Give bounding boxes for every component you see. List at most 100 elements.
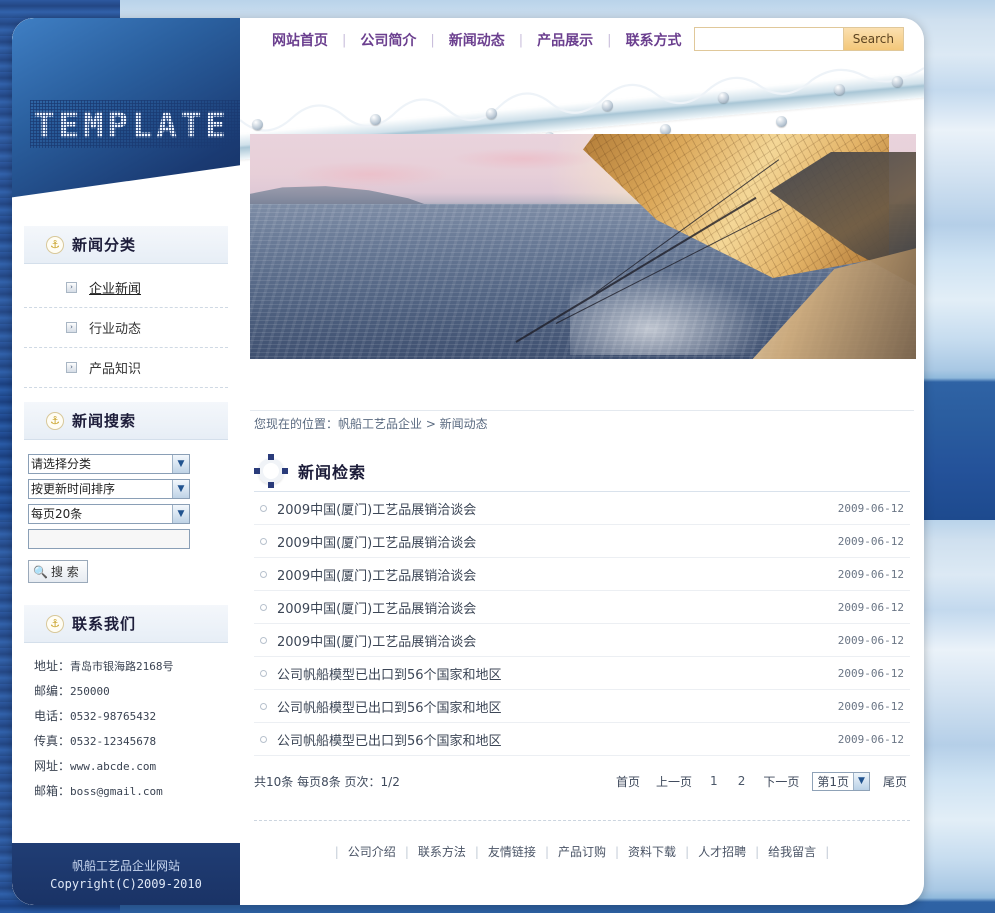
keyword-input[interactable] bbox=[28, 529, 190, 549]
bullet-icon bbox=[260, 603, 267, 611]
footer-link-downloads[interactable]: 资料下载 bbox=[619, 843, 685, 860]
perpage-select-value: 每页20条 bbox=[31, 507, 83, 521]
contact-email: 邮箱：boss@gmail.com bbox=[34, 782, 240, 799]
hero-image-sailboat-sunset bbox=[250, 134, 916, 359]
pagination-page-2[interactable]: 2 bbox=[733, 773, 751, 789]
news-title[interactable]: 公司帆船模型已出口到56个国家和地区 bbox=[277, 730, 838, 749]
list-item[interactable]: 2009中国(厦门)工艺品展销洽谈会 2009-06-12 bbox=[254, 558, 910, 591]
bullet-icon bbox=[260, 504, 267, 512]
pagination-jump-value: 第1页 bbox=[817, 774, 849, 789]
list-item[interactable]: 2009中国(厦门)工艺品展销洽谈会 2009-06-12 bbox=[254, 525, 910, 558]
pagination-prev[interactable]: 上一页 bbox=[653, 772, 695, 791]
sort-select[interactable]: 按更新时间排序 ▼ bbox=[28, 479, 190, 499]
news-title[interactable]: 2009中国(厦门)工艺品展销洽谈会 bbox=[277, 499, 838, 518]
pagination-jump-select[interactable]: 第1页 ▼ bbox=[812, 771, 870, 791]
copyright-block: 帆船工艺品企业网站 Copyright(C)2009-2010 bbox=[12, 843, 240, 905]
perpage-select[interactable]: 每页20条 ▼ bbox=[28, 504, 190, 524]
pagination-first[interactable]: 首页 bbox=[613, 772, 643, 791]
chevron-right-icon: › bbox=[66, 282, 77, 293]
contact-value: www.abcde.com bbox=[70, 760, 157, 773]
list-item[interactable]: 2009中国(厦门)工艺品展销洽谈会 2009-06-12 bbox=[254, 624, 910, 657]
list-item[interactable]: 公司帆船模型已出口到56个国家和地区 2009-06-12 bbox=[254, 723, 910, 756]
nav-item-contact[interactable]: 联系方式 bbox=[612, 30, 696, 50]
sort-select-value: 按更新时间排序 bbox=[31, 482, 116, 496]
news-title[interactable]: 2009中国(厦门)工艺品展销洽谈会 bbox=[277, 565, 838, 584]
site-logo-text: TEMPLATE bbox=[34, 106, 230, 146]
list-item[interactable]: 公司帆船模型已出口到56个国家和地区 2009-06-12 bbox=[254, 657, 910, 690]
contact-value: 0532-98765432 bbox=[70, 710, 157, 723]
rope-bead bbox=[252, 119, 263, 130]
news-date: 2009-06-12 bbox=[837, 567, 904, 581]
pagination-last[interactable]: 尾页 bbox=[880, 772, 910, 791]
footer-link-contact[interactable]: 联系方法 bbox=[409, 843, 475, 860]
footer-link-friendly-links[interactable]: 友情链接 bbox=[479, 843, 545, 860]
pagination-page-1[interactable]: 1 bbox=[705, 773, 723, 789]
sidebar-section-header-contact: ⚓ 联系我们 bbox=[24, 605, 228, 643]
sidebar-search-button-label: 搜 索 bbox=[50, 565, 79, 579]
chevron-down-icon: ▼ bbox=[852, 772, 869, 790]
pagination-summary: 共10条 每页8条 页次：1/2 bbox=[254, 774, 400, 789]
bullet-icon bbox=[260, 537, 267, 545]
magnifier-icon: 🔍 bbox=[33, 564, 48, 579]
pagination-controls: 首页 上一页 1 2 下一页 第1页 ▼ 尾页 bbox=[613, 771, 910, 791]
nav-item-products[interactable]: 产品展示 bbox=[523, 30, 607, 50]
contact-info: 地址：青岛市银海路2168号 邮编：250000 电话：0532-9876543… bbox=[12, 643, 240, 799]
news-title[interactable]: 2009中国(厦门)工艺品展销洽谈会 bbox=[277, 598, 838, 617]
nav-item-news[interactable]: 新闻动态 bbox=[435, 30, 519, 50]
sidebar-contact-title: 联系我们 bbox=[72, 615, 137, 633]
bullet-icon bbox=[260, 669, 267, 677]
chevron-right-icon: › bbox=[66, 362, 77, 373]
top-navigation: 网站首页 | 公司简介 | 新闻动态 | 产品展示 | 联系方式 Search bbox=[240, 18, 924, 62]
contact-value: 青岛市银海路2168号 bbox=[70, 660, 174, 673]
content-column: 网站首页 | 公司简介 | 新闻动态 | 产品展示 | 联系方式 Search bbox=[240, 18, 924, 905]
footer-link-company-intro[interactable]: 公司介绍 bbox=[339, 843, 405, 860]
rope-decoration bbox=[30, 184, 150, 210]
anchor-icon: ⚓ bbox=[46, 614, 64, 633]
contact-address: 地址：青岛市银海路2168号 bbox=[34, 657, 240, 674]
pagination-next[interactable]: 下一页 bbox=[760, 772, 802, 791]
rope-decoration bbox=[140, 178, 240, 204]
contact-fax: 传真：0532-12345678 bbox=[34, 732, 240, 749]
sidebar-category-list: › 企业新闻 › 行业动态 › 产品知识 bbox=[24, 264, 228, 388]
sidebar-section-header-search: ⚓ 新闻搜索 bbox=[24, 402, 228, 440]
sidebar-item-product-knowledge[interactable]: › 产品知识 bbox=[24, 348, 228, 388]
chevron-down-icon: ▼ bbox=[172, 455, 189, 473]
footer-links: | 公司介绍 | 联系方法 | 友情链接 | 产品订购 | 资料下载 | 人才招… bbox=[240, 843, 924, 860]
list-item[interactable]: 2009中国(厦门)工艺品展销洽谈会 2009-06-12 bbox=[254, 591, 910, 624]
news-date: 2009-06-12 bbox=[837, 732, 904, 746]
news-title[interactable]: 2009中国(厦门)工艺品展销洽谈会 bbox=[277, 532, 838, 551]
pagination: 共10条 每页8条 页次：1/2 首页 上一页 1 2 下一页 第1页 ▼ 尾页 bbox=[254, 768, 910, 794]
footer-link-recruitment[interactable]: 人才招聘 bbox=[689, 843, 755, 860]
sidebar-search-title: 新闻搜索 bbox=[72, 412, 137, 430]
list-item[interactable]: 公司帆船模型已出口到56个国家和地区 2009-06-12 bbox=[254, 690, 910, 723]
news-title[interactable]: 公司帆船模型已出口到56个国家和地区 bbox=[277, 697, 838, 716]
category-select[interactable]: 请选择分类 ▼ bbox=[28, 454, 190, 474]
header-search: Search bbox=[693, 27, 904, 51]
bullet-icon bbox=[260, 735, 267, 743]
news-title[interactable]: 2009中国(厦门)工艺品展销洽谈会 bbox=[277, 631, 838, 650]
cloud-decoration bbox=[449, 147, 597, 170]
lifebuoy-mark bbox=[268, 453, 274, 460]
contact-label: 邮编： bbox=[34, 684, 71, 698]
page-title: 新闻检索 bbox=[298, 462, 367, 482]
search-input[interactable] bbox=[694, 28, 843, 50]
contact-label: 邮箱： bbox=[34, 784, 71, 798]
sidebar-item-enterprise-news[interactable]: › 企业新闻 bbox=[24, 268, 228, 308]
nav-item-about[interactable]: 公司简介 bbox=[346, 30, 430, 50]
footer-link-product-order[interactable]: 产品订购 bbox=[549, 843, 615, 860]
contact-label: 电话： bbox=[34, 709, 71, 723]
footer-link-guestbook[interactable]: 给我留言 bbox=[759, 843, 825, 860]
hero-banner bbox=[240, 62, 924, 410]
news-title[interactable]: 公司帆船模型已出口到56个国家和地区 bbox=[277, 664, 838, 683]
footer-separator: | bbox=[825, 844, 830, 859]
logo-panel[interactable]: TEMPLATE bbox=[12, 18, 240, 226]
contact-value: 0532-12345678 bbox=[70, 735, 157, 748]
news-list: 2009中国(厦门)工艺品展销洽谈会 2009-06-12 2009中国(厦门)… bbox=[254, 492, 910, 756]
nav-item-home[interactable]: 网站首页 bbox=[258, 30, 342, 50]
page-shell: TEMPLATE ⚓ 新闻分类 › 企业新闻 › 行业动态 › 产品知识 ⚓ 新… bbox=[12, 18, 924, 905]
sidebar-search-button[interactable]: 🔍 搜 索 bbox=[28, 560, 88, 583]
search-button[interactable]: Search bbox=[842, 28, 903, 50]
sidebar-search-form: 请选择分类 ▼ 按更新时间排序 ▼ 每页20条 ▼ 🔍 搜 索 bbox=[12, 440, 240, 589]
list-item[interactable]: 2009中国(厦门)工艺品展销洽谈会 2009-06-12 bbox=[254, 492, 910, 525]
sidebar-item-industry-news[interactable]: › 行业动态 bbox=[24, 308, 228, 348]
